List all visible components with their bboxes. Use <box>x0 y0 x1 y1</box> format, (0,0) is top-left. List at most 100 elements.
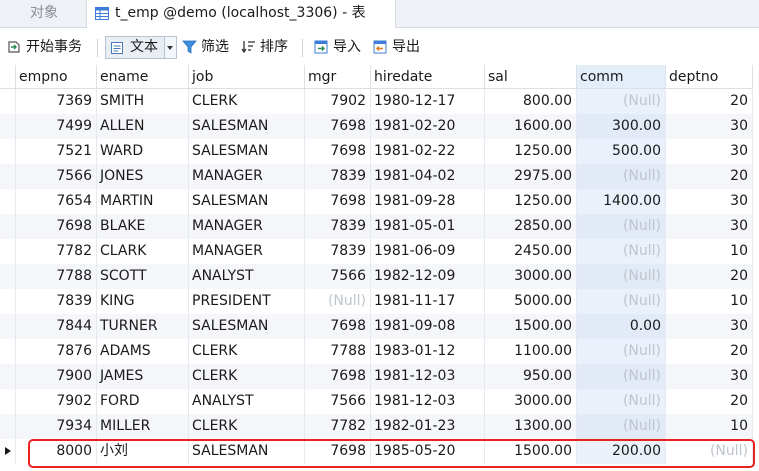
cell-empno[interactable]: 7902 <box>16 389 97 414</box>
table-row[interactable]: 8000 小刘 SALESMAN 7698 1985-05-20 1500.00 200.0… <box>0 439 759 464</box>
cell-sal[interactable]: 800.00 <box>485 89 577 114</box>
cell-job[interactable]: CLERK <box>189 364 305 389</box>
column-header-sal[interactable]: sal <box>485 65 577 89</box>
cell-job[interactable]: CLERK <box>189 414 305 439</box>
row-selector[interactable] <box>0 164 16 189</box>
table-row[interactable]: 7934 MILLER CLERK 7782 1982-01-23 1300.00 (Nul… <box>0 414 759 439</box>
cell-hiredate[interactable]: 1982-12-09 <box>371 264 485 289</box>
row-selector[interactable] <box>0 289 16 314</box>
cell-empno[interactable]: 8000 <box>16 439 97 464</box>
cell-comm[interactable]: 300.00 <box>577 114 666 139</box>
table-row[interactable]: 7782 CLARK MANAGER 7839 1981-06-09 2450.00 (Nu… <box>0 239 759 264</box>
cell-ename[interactable]: SMITH <box>97 89 189 114</box>
table-row[interactable]: 7566 JONES MANAGER 7839 1981-04-02 2975.00 (Nu… <box>0 164 759 189</box>
cell-empno[interactable]: 7499 <box>16 114 97 139</box>
row-selector[interactable] <box>0 239 16 264</box>
cell-comm[interactable]: 0.00 <box>577 314 666 339</box>
cell-hiredate[interactable]: 1981-04-02 <box>371 164 485 189</box>
cell-hiredate[interactable]: 1981-12-03 <box>371 389 485 414</box>
cell-job[interactable]: SALESMAN <box>189 139 305 164</box>
row-selector[interactable] <box>0 114 16 139</box>
cell-deptno[interactable]: 30 <box>666 364 753 389</box>
cell-comm[interactable]: (Null) <box>577 239 666 264</box>
cell-empno[interactable]: 7839 <box>16 289 97 314</box>
cell-job[interactable]: SALESMAN <box>189 189 305 214</box>
cell-empno[interactable]: 7782 <box>16 239 97 264</box>
cell-deptno[interactable]: 30 <box>666 189 753 214</box>
data-grid[interactable]: empno ename job mgr hiredate sal comm deptno 73… <box>0 65 759 471</box>
cell-comm[interactable]: 500.00 <box>577 139 666 164</box>
cell-ename[interactable]: CLARK <box>97 239 189 264</box>
cell-comm[interactable]: (Null) <box>577 364 666 389</box>
cell-comm[interactable]: (Null) <box>577 339 666 364</box>
cell-sal[interactable]: 950.00 <box>485 364 577 389</box>
table-row[interactable]: 7521 WARD SALESMAN 7698 1981-02-22 1250.00 500… <box>0 139 759 164</box>
cell-sal[interactable]: 1600.00 <box>485 114 577 139</box>
column-header-job[interactable]: job <box>189 65 305 89</box>
cell-mgr[interactable]: 7839 <box>305 214 371 239</box>
table-row[interactable]: 7369 SMITH CLERK 7902 1980-12-17 800.00 (Null)… <box>0 89 759 114</box>
cell-comm[interactable]: (Null) <box>577 264 666 289</box>
cell-deptno[interactable]: 30 <box>666 114 753 139</box>
cell-sal[interactable]: 2975.00 <box>485 164 577 189</box>
cell-mgr[interactable]: 7698 <box>305 364 371 389</box>
cell-empno[interactable]: 7788 <box>16 264 97 289</box>
cell-comm[interactable]: (Null) <box>577 89 666 114</box>
column-header-mgr[interactable]: mgr <box>305 65 371 89</box>
cell-mgr[interactable]: 7788 <box>305 339 371 364</box>
row-selector[interactable] <box>0 339 16 364</box>
cell-job[interactable]: MANAGER <box>189 164 305 189</box>
table-row[interactable]: 7844 TURNER SALESMAN 7698 1981-09-08 1500.00 0… <box>0 314 759 339</box>
cell-ename[interactable]: MILLER <box>97 414 189 439</box>
tab-objects[interactable]: 对象 <box>0 0 86 28</box>
cell-sal[interactable]: 1500.00 <box>485 439 577 464</box>
table-row[interactable]: 7902 FORD ANALYST 7566 1981-12-03 3000.00 (Nul… <box>0 389 759 414</box>
cell-deptno[interactable]: 20 <box>666 339 753 364</box>
table-row[interactable]: 7788 SCOTT ANALYST 7566 1982-12-09 3000.00 (Nu… <box>0 264 759 289</box>
cell-job[interactable]: PRESIDENT <box>189 289 305 314</box>
text-view-button[interactable]: 文本 <box>105 36 177 59</box>
cell-comm[interactable]: 1400.00 <box>577 189 666 214</box>
cell-comm[interactable]: 200.00 <box>577 439 666 464</box>
row-selector[interactable] <box>0 364 16 389</box>
row-selector[interactable] <box>0 139 16 164</box>
cell-comm[interactable]: (Null) <box>577 389 666 414</box>
column-header-ename[interactable]: ename <box>97 65 189 89</box>
cell-ename[interactable]: TURNER <box>97 314 189 339</box>
cell-ename[interactable]: FORD <box>97 389 189 414</box>
cell-mgr[interactable]: 7566 <box>305 389 371 414</box>
cell-sal[interactable]: 5000.00 <box>485 289 577 314</box>
cell-ename[interactable]: JONES <box>97 164 189 189</box>
cell-sal[interactable]: 1500.00 <box>485 314 577 339</box>
cell-mgr[interactable]: 7839 <box>305 239 371 264</box>
cell-hiredate[interactable]: 1981-06-09 <box>371 239 485 264</box>
cell-job[interactable]: SALESMAN <box>189 439 305 464</box>
cell-hiredate[interactable]: 1981-09-28 <box>371 189 485 214</box>
cell-hiredate[interactable]: 1981-02-22 <box>371 139 485 164</box>
cell-comm[interactable]: (Null) <box>577 414 666 439</box>
cell-sal[interactable]: 2850.00 <box>485 214 577 239</box>
cell-job[interactable]: SALESMAN <box>189 314 305 339</box>
column-header-deptno[interactable]: deptno <box>666 65 753 89</box>
cell-ename[interactable]: ADAMS <box>97 339 189 364</box>
cell-hiredate[interactable]: 1982-01-23 <box>371 414 485 439</box>
cell-comm[interactable]: (Null) <box>577 289 666 314</box>
cell-ename[interactable]: MARTIN <box>97 189 189 214</box>
cell-empno[interactable]: 7844 <box>16 314 97 339</box>
cell-mgr[interactable]: (Null) <box>305 289 371 314</box>
cell-ename[interactable]: SCOTT <box>97 264 189 289</box>
cell-mgr[interactable]: 7698 <box>305 439 371 464</box>
cell-mgr[interactable]: 7902 <box>305 89 371 114</box>
cell-ename[interactable]: JAMES <box>97 364 189 389</box>
cell-comm[interactable]: (Null) <box>577 164 666 189</box>
cell-deptno[interactable]: 20 <box>666 89 753 114</box>
cell-mgr[interactable]: 7566 <box>305 264 371 289</box>
table-row[interactable]: 7839 KING PRESIDENT (Null) 1981-11-17 5000.00… <box>0 289 759 314</box>
cell-mgr[interactable]: 7698 <box>305 139 371 164</box>
cell-empno[interactable]: 7698 <box>16 214 97 239</box>
cell-mgr[interactable]: 7698 <box>305 114 371 139</box>
cell-deptno[interactable]: (Null) <box>666 439 753 464</box>
column-header-hiredate[interactable]: hiredate <box>371 65 485 89</box>
cell-sal[interactable]: 1100.00 <box>485 339 577 364</box>
cell-hiredate[interactable]: 1981-12-03 <box>371 364 485 389</box>
